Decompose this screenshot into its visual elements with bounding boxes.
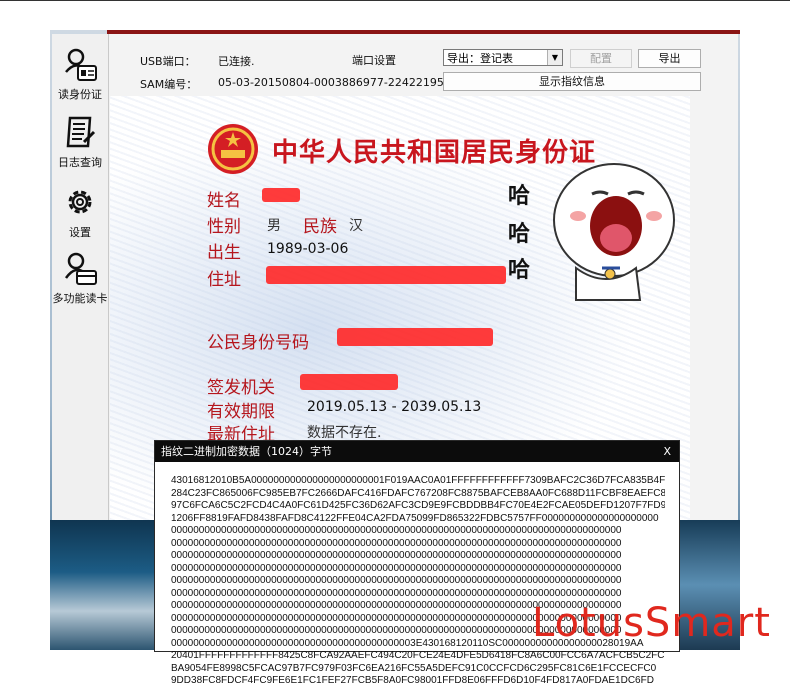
export-format-value: 导出：登记表 [447,52,513,65]
sidebar-item-label: 设置 [69,226,91,239]
id-number-redaction [337,328,493,346]
sidebar-item-log-query[interactable]: 日志查询 [52,114,108,170]
hex-line: BA9054FE8998C5FCAC97B7FC979F03FC6EA216FC… [171,662,657,674]
sidebar-item-label: 读身份证 [58,88,102,101]
close-icon[interactable]: X [663,441,671,462]
show-fingerprint-button[interactable]: 显示指纹信息 [443,72,701,91]
usb-port-status: 已连接. [218,55,255,68]
hex-line: 0000000000000000000000000000000000000000… [171,537,622,549]
hex-line: 20401FFFFFFFFFFFFF8425C8FCA92AAEFC494C20… [171,650,665,661]
log-query-icon [66,116,96,148]
name-label: 姓名 [207,191,241,211]
id-card-reader-icon [65,48,97,81]
hex-line: 0000000000000000000000000000000000000000… [171,575,622,586]
latest-address-value: 数据不存在. [307,425,382,441]
issuer-label: 签发机关 [207,378,275,398]
sam-number-value: 05-03-20150804-0003886977-2242219529 [218,76,458,89]
haha-text-3: 哈 [508,257,531,283]
export-format-select[interactable]: 导出：登记表 ▼ [443,49,563,66]
validity-label: 有效期限 [207,402,275,422]
hex-line: 0000000000000000000000000000000000000000… [171,550,622,561]
id-number-label: 公民身份号码 [207,333,309,353]
ethnicity-value: 汉 [349,218,363,234]
window-accent-bar [107,30,740,34]
sidebar: 读身份证 日志查询 设置 多功能读卡 [52,34,109,520]
hex-line: 0000000000000000000000000000000000000000… [171,525,622,536]
hex-line: 0000000000000000000000000000000000000000… [171,587,622,599]
port-settings-link[interactable]: 端口设置 [352,52,396,68]
address-redaction [266,266,506,284]
name-redaction [262,188,300,202]
validity-value: 2019.05.13 - 2039.05.13 [307,399,482,415]
lotussmart-watermark: LotusSmart [532,600,771,646]
haha-text-2: 哈 [508,221,531,247]
hex-line: 284C23FC865006FC985EB7FC2666DAFC416FDAFC… [171,487,665,499]
gear-icon [68,190,92,214]
hex-line: 9DD38FC8FDCF4FC9FE6E1FC1FEF27FCB5F8A0FC9… [171,675,654,686]
sidebar-item-label: 日志查询 [58,156,102,169]
sam-number-label: SAM编号： [140,78,198,91]
dialog-title: 指纹二进制加密数据（1024）字节 [161,445,332,458]
config-button[interactable]: 配置 [570,49,632,68]
usb-port-label: USB端口： [140,55,196,68]
address-label: 住址 [207,270,241,290]
ethnicity-label: 民族 [303,217,337,237]
dialog-title-bar: 指纹二进制加密数据（1024）字节 X [155,441,679,462]
hex-line: 97C6FCA6C5C2FCD4C4A0FC61D425FC36D62AFC3C… [171,500,665,511]
fingerprint-hex-data: 43016812010B5A000000000000000000000001F0… [171,475,665,688]
chevron-down-icon[interactable]: ▼ [547,50,562,65]
birth-label: 出生 [207,243,241,263]
export-button[interactable]: 导出 [638,49,701,68]
haha-text-1: 哈 [508,183,531,209]
national-emblem-icon [208,124,258,174]
top-border [0,0,790,1]
issuer-redaction [300,374,398,390]
sidebar-item-read-id[interactable]: 读身份证 [52,46,108,102]
birth-value: 1989-03-06 [267,241,349,257]
portrait-photo [553,163,675,301]
sidebar-item-multi-card[interactable]: 多功能读卡 [52,250,108,306]
desktop-background-bottom-left [50,520,160,650]
gender-value: 男 [267,218,281,234]
multi-card-reader-icon [64,252,97,285]
hex-line: 1206FF8819FAFD8438FAFD8C4122FFE04CA2FDA7… [171,512,659,524]
sidebar-item-label: 多功能读卡 [52,292,108,305]
hex-line: 43016812010B5A000000000000000000000001F0… [171,475,665,486]
gender-label: 性别 [207,217,241,237]
hex-line: 0000000000000000000000000000000000000000… [171,562,622,574]
sidebar-item-settings[interactable]: 设置 [52,184,108,240]
